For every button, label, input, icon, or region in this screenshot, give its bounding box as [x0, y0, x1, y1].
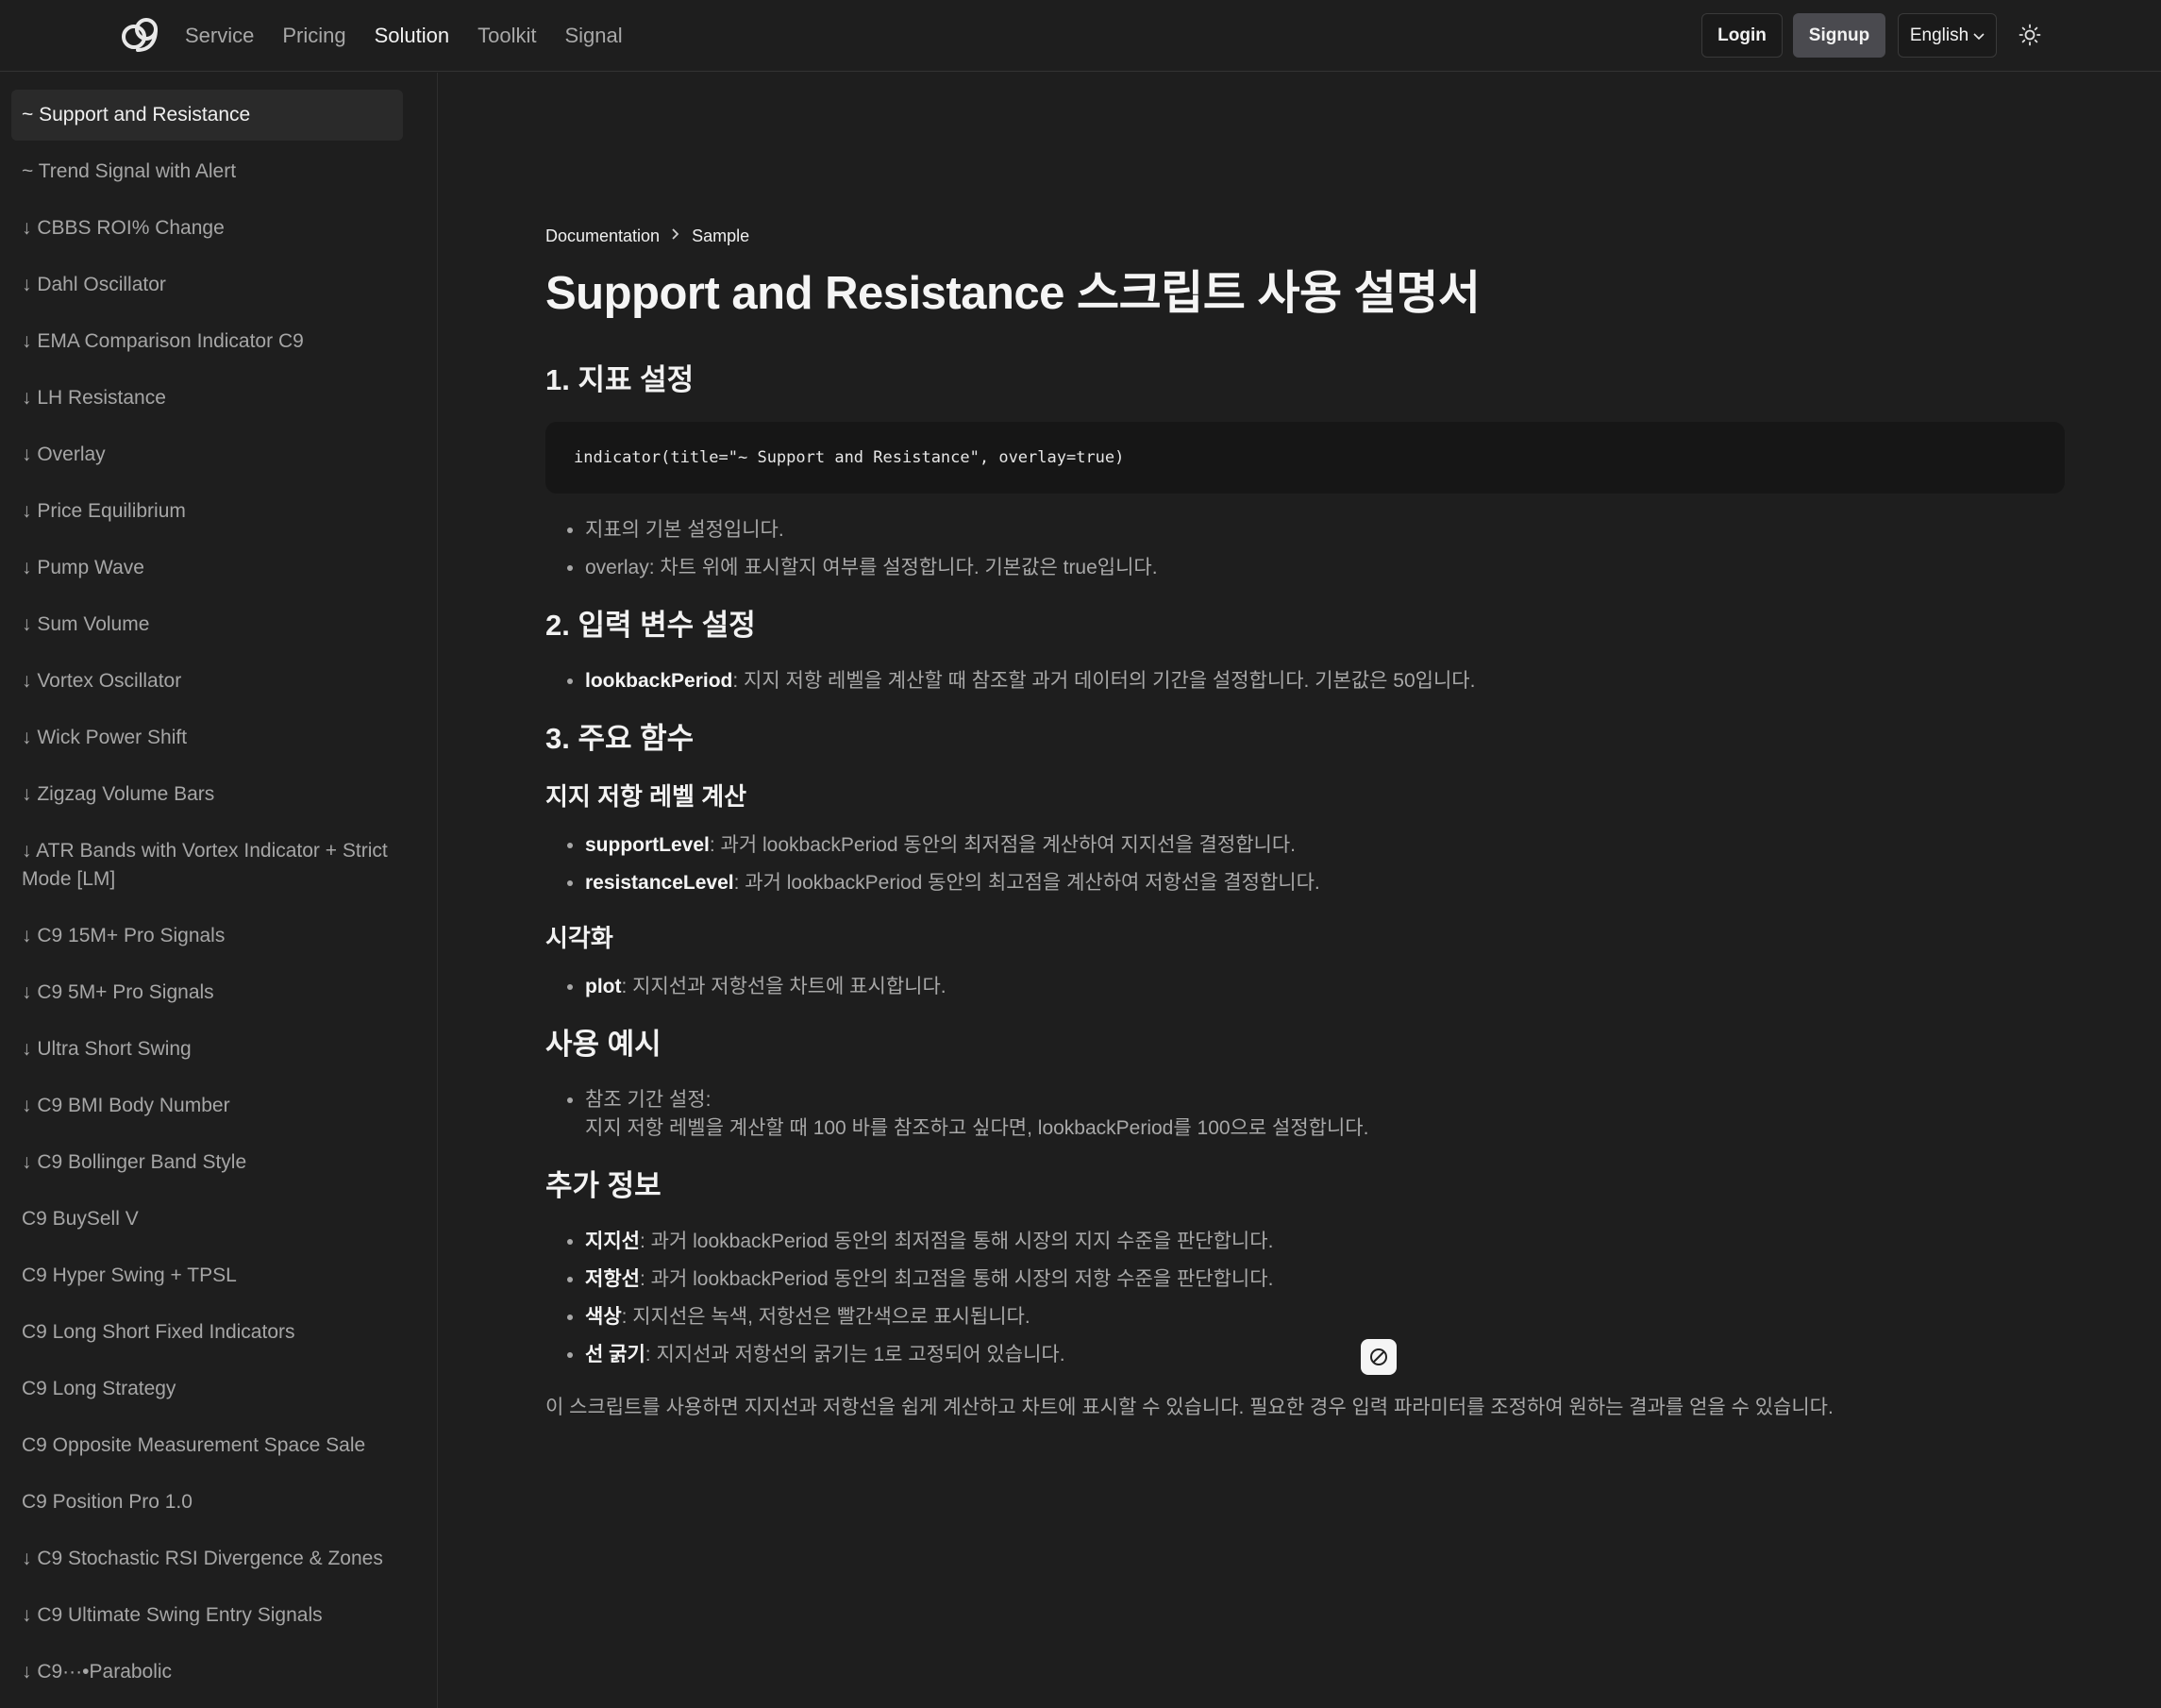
list-item: 선 굵기: 지지선과 저항선의 굵기는 1로 고정되어 있습니다. — [585, 1341, 2065, 1369]
list-item: 지표의 기본 설정입니다. — [585, 516, 2065, 544]
language-label: English — [1909, 25, 1969, 45]
section-heading: 3. 주요 함수 — [545, 722, 695, 755]
sidebar-item[interactable]: ↓ Ultra Short Swing — [11, 1024, 403, 1075]
list-item: overlay: 차트 위에 표시할지 여부를 설정합니다. 기본값은 true… — [585, 554, 2065, 582]
sidebar-item[interactable]: ↓ C9 Ultimate Swing Entry Signals — [11, 1590, 403, 1641]
definition: : 지지선과 저항선을 차트에 표시합니다. — [621, 976, 946, 997]
nav-link-solution[interactable]: Solution — [375, 24, 450, 48]
bullet-list: plot: 지지선과 저항선을 차트에 표시합니다. — [545, 973, 2065, 1001]
list-item: resistanceLevel: 과거 lookbackPeriod 동안의 최… — [585, 869, 2065, 897]
definition: : 과거 lookbackPeriod 동안의 최고점을 통해 시장의 저항 수… — [639, 1268, 1274, 1290]
term: 저항선 — [585, 1268, 640, 1290]
nav-link-service[interactable]: Service — [185, 24, 254, 48]
section-heading: 사용 예시 — [545, 1028, 662, 1061]
subsection-heading: 지지 저항 레벨 계산 — [545, 782, 747, 811]
bullet-list: supportLevel: 과거 lookbackPeriod 동안의 최저점을… — [545, 831, 2065, 897]
sidebar-item[interactable]: C9 BuySell V — [11, 1194, 403, 1245]
breadcrumb-documentation[interactable]: Documentation — [545, 226, 660, 246]
bullet-list: lookbackPeriod: 지지 저항 레벨을 계산할 때 참조할 과거 데… — [545, 667, 2065, 695]
sidebar: ~ Support and Resistance ~ Trend Signal … — [0, 73, 438, 1708]
nav-link-toolkit[interactable]: Toolkit — [477, 24, 536, 48]
definition: : 과거 lookbackPeriod 동안의 최저점을 계산하여 지지선을 결… — [709, 834, 1296, 856]
bullet-list: 참조 기간 설정: 지지 저항 레벨을 계산할 때 100 바를 참조하고 싶다… — [545, 1086, 2065, 1143]
prohibited-icon[interactable] — [1361, 1339, 1397, 1375]
breadcrumb: Documentation Sample — [545, 226, 2065, 246]
sidebar-item[interactable]: C9 Long Short Fixed Indicators — [11, 1307, 403, 1358]
section-heading: 추가 정보 — [545, 1169, 662, 1202]
sidebar-item[interactable]: ↓ ATR Bands with Vortex Indicator + Stri… — [11, 826, 403, 905]
sidebar-item[interactable]: ↓ C9 Stochastic RSI Divergence & Zones — [11, 1533, 403, 1584]
list-item: lookbackPeriod: 지지 저항 레벨을 계산할 때 참조할 과거 데… — [585, 667, 2065, 695]
sidebar-item[interactable]: ~ Support and Resistance — [11, 90, 403, 141]
sidebar-item[interactable]: ↓ Zigzag Volume Bars — [11, 769, 403, 820]
definition: : 지지선과 저항선의 굵기는 1로 고정되어 있습니다. — [645, 1344, 1065, 1365]
sidebar-item[interactable]: C9 Long Strategy — [11, 1364, 403, 1415]
section-heading: 1. 지표 설정 — [545, 363, 695, 396]
sidebar-item[interactable]: ↓ Overlay — [11, 429, 403, 480]
breadcrumb-sample[interactable]: Sample — [692, 226, 749, 246]
definition: : 과거 lookbackPeriod 동안의 최저점을 통해 시장의 지지 수… — [639, 1231, 1274, 1252]
bullet-list: 지표의 기본 설정입니다. overlay: 차트 위에 표시할지 여부를 설정… — [545, 516, 2065, 582]
list-item: 참조 기간 설정: 지지 저항 레벨을 계산할 때 100 바를 참조하고 싶다… — [585, 1086, 2065, 1143]
doc-article: Documentation Sample Support and Resista… — [545, 226, 2065, 1422]
list-item: 저항선: 과거 lookbackPeriod 동안의 최고점을 통해 시장의 저… — [585, 1265, 2065, 1294]
example-text: 지지 저항 레벨을 계산할 때 100 바를 참조하고 싶다면, lookbac… — [585, 1117, 1369, 1139]
definition: : 지지 저항 레벨을 계산할 때 참조할 과거 데이터의 기간을 설정합니다.… — [732, 670, 1476, 692]
sidebar-item[interactable]: C9 Position Pro 1.0 — [11, 1477, 403, 1528]
term: 지지선 — [585, 1231, 640, 1252]
bullet-list: 지지선: 과거 lookbackPeriod 동안의 최저점을 통해 시장의 지… — [545, 1228, 2065, 1369]
list-item: 지지선: 과거 lookbackPeriod 동안의 최저점을 통해 시장의 지… — [585, 1228, 2065, 1256]
term: supportLevel — [585, 834, 710, 856]
sidebar-item[interactable]: ↓ Pump Wave — [11, 543, 403, 594]
list-item: 색상: 지지선은 녹색, 저항선은 빨간색으로 표시됩니다. — [585, 1303, 2065, 1331]
subsection-heading: 시각화 — [545, 924, 613, 952]
main-nav: Service Pricing Solution Toolkit Signal — [185, 0, 623, 72]
sidebar-item[interactable]: ↓ CBBS ROI% Change — [11, 203, 403, 254]
sidebar-item[interactable]: ↓ LH Resistance — [11, 373, 403, 424]
doc-content: Documentation Sample Support and Resista… — [439, 91, 2161, 1708]
sidebar-item[interactable]: ↓ C9···•Parabolic — [11, 1647, 403, 1698]
sidebar-item[interactable]: ↓ Dahl Oscillator — [11, 260, 403, 310]
sidebar-item[interactable]: ↓ C9 BMI Body Number — [11, 1080, 403, 1131]
sun-icon[interactable] — [2016, 21, 2044, 49]
chevron-right-icon — [671, 227, 680, 245]
code-text: indicator(title="~ Support and Resistanc… — [574, 448, 1125, 467]
list-item: supportLevel: 과거 lookbackPeriod 동안의 최저점을… — [585, 831, 2065, 860]
c9-logo-icon[interactable] — [121, 16, 160, 54]
term: plot — [585, 976, 622, 997]
sidebar-item[interactable]: ↓ Sum Volume — [11, 599, 403, 650]
term: 선 굵기 — [585, 1344, 645, 1365]
sidebar-item[interactable]: ↓ C9 15M+ Pro Signals — [11, 911, 403, 962]
page-title: Support and Resistance 스크립트 사용 설명서 — [545, 268, 1481, 319]
login-button[interactable]: Login — [1701, 13, 1783, 58]
definition: : 과거 lookbackPeriod 동안의 최고점을 계산하여 저항선을 결… — [733, 872, 1320, 894]
top-navbar: Service Pricing Solution Toolkit Signal … — [0, 0, 2161, 72]
closing-paragraph: 이 스크립트를 사용하면 지지선과 저항선을 쉽게 계산하고 차트에 표시할 수… — [545, 1397, 1834, 1418]
sidebar-list: ~ Support and Resistance ~ Trend Signal … — [0, 73, 437, 1698]
sidebar-item[interactable]: C9 Hyper Swing + TPSL — [11, 1250, 403, 1301]
signup-button[interactable]: Signup — [1793, 13, 1885, 58]
sidebar-item[interactable]: ↓ Wick Power Shift — [11, 712, 403, 763]
list-item: plot: 지지선과 저항선을 차트에 표시합니다. — [585, 973, 2065, 1001]
sidebar-item[interactable]: ~ Trend Signal with Alert — [11, 146, 403, 197]
sidebar-item[interactable]: ↓ C9 Bollinger Band Style — [11, 1137, 403, 1188]
section-heading: 2. 입력 변수 설정 — [545, 609, 756, 642]
sidebar-item[interactable]: ↓ EMA Comparison Indicator C9 — [11, 316, 403, 367]
definition: : 지지선은 녹색, 저항선은 빨간색으로 표시됩니다. — [621, 1306, 1030, 1328]
nav-link-pricing[interactable]: Pricing — [282, 24, 345, 48]
nav-link-signal[interactable]: Signal — [564, 24, 622, 48]
sidebar-item[interactable]: ↓ Vortex Oscillator — [11, 656, 403, 707]
chevron-down-icon — [1973, 25, 1985, 46]
example-label: 참조 기간 설정: — [585, 1089, 712, 1111]
term: 색상 — [585, 1306, 622, 1328]
term: resistanceLevel — [585, 872, 734, 894]
sidebar-item[interactable]: C9 Opposite Measurement Space Sale — [11, 1420, 403, 1471]
language-select[interactable]: English — [1898, 13, 1997, 58]
sidebar-item[interactable]: ↓ Price Equilibrium — [11, 486, 403, 537]
term: lookbackPeriod — [585, 670, 733, 692]
code-block[interactable]: indicator(title="~ Support and Resistanc… — [545, 422, 2065, 494]
sidebar-item[interactable]: ↓ C9 5M+ Pro Signals — [11, 967, 403, 1018]
